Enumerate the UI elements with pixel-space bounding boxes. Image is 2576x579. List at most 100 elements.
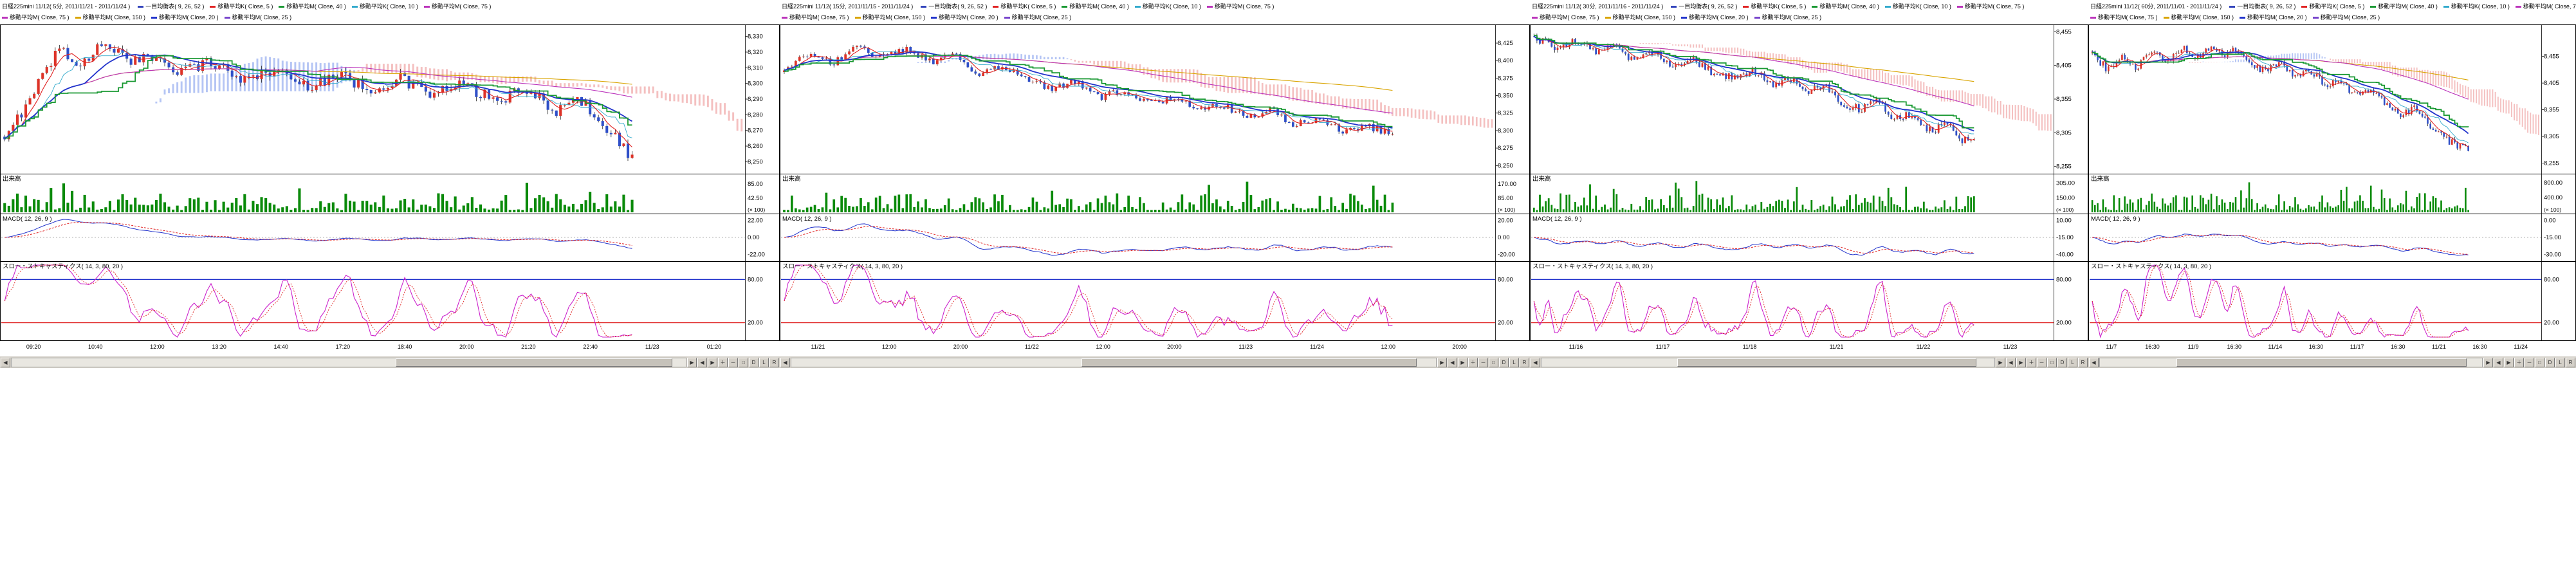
chart-tool-button-0[interactable]: ◀ bbox=[1448, 358, 1457, 367]
legend-label: 移動平均K( Close, 10 ) bbox=[1143, 3, 1201, 10]
chart-tool-button-2[interactable]: ＋ bbox=[2514, 358, 2524, 367]
time-axis-label: 11/9 bbox=[2188, 344, 2199, 350]
legend-color-chip bbox=[279, 6, 284, 8]
time-axis-label: 17:20 bbox=[336, 344, 351, 350]
legend-label: 移動平均K( Close, 10 ) bbox=[2451, 3, 2510, 10]
time-axis-label: 20:00 bbox=[459, 344, 474, 350]
chart-tool-button-3[interactable]: － bbox=[1478, 358, 1488, 367]
time-axis-label: 12:00 bbox=[1381, 344, 1396, 350]
time-axis-label: 11/22 bbox=[1917, 344, 1931, 350]
scroll-right-button[interactable]: ▶ bbox=[1437, 358, 1447, 367]
legend-color-chip bbox=[1754, 17, 1760, 19]
chart-tool-button-3[interactable]: － bbox=[2525, 358, 2534, 367]
chart-tool-button-1[interactable]: ▶ bbox=[2016, 358, 2026, 367]
horizontal-scrollbar[interactable]: ◀▶◀▶＋－□DLR bbox=[1530, 356, 2088, 368]
volume-axis-label: 42.50 bbox=[748, 195, 763, 202]
stoch-axis-label: 80.00 bbox=[1498, 276, 1513, 283]
price-axis-label: 8,305 bbox=[2056, 129, 2072, 136]
chart-tool-button-7[interactable]: R bbox=[2566, 358, 2575, 367]
legend-label: 移動平均M( Close, 25 ) bbox=[1762, 14, 1822, 21]
time-axis-label: 11/7 bbox=[2106, 344, 2117, 350]
chart-tool-button-6[interactable]: L bbox=[759, 358, 769, 367]
chart-tool-button-5[interactable]: D bbox=[749, 358, 759, 367]
legend-color-chip bbox=[993, 6, 998, 8]
chart-tool-button-1[interactable]: ▶ bbox=[708, 358, 717, 367]
horizontal-scrollbar[interactable]: ◀▶◀▶＋－□DLR bbox=[2088, 356, 2576, 368]
time-axis-label: 11/22 bbox=[1025, 344, 1039, 350]
chart-tool-button-7[interactable]: R bbox=[769, 358, 779, 367]
time-axis-label: 11/24 bbox=[1310, 344, 1324, 350]
chart-tool-button-7[interactable]: R bbox=[2078, 358, 2088, 367]
chart-tool-button-4[interactable]: □ bbox=[2535, 358, 2544, 367]
scroll-left-button[interactable]: ◀ bbox=[1, 358, 10, 367]
legend-label: 移動平均M( Close, 40 ) bbox=[2378, 3, 2438, 10]
chart-tool-button-7[interactable]: R bbox=[1520, 358, 1529, 367]
stochastics-lines bbox=[781, 265, 1495, 337]
legend-color-chip bbox=[2164, 17, 2169, 19]
scroll-right-button[interactable]: ▶ bbox=[687, 358, 697, 367]
scroll-left-button[interactable]: ◀ bbox=[1531, 358, 1540, 367]
scrollbar-thumb[interactable] bbox=[1081, 358, 1417, 367]
chart-tool-button-5[interactable]: D bbox=[2057, 358, 2067, 367]
indicator-legend-item: 移動平均M( Close, 75 ) bbox=[2, 14, 69, 21]
chart-tool-button-4[interactable]: □ bbox=[739, 358, 748, 367]
scroll-left-button[interactable]: ◀ bbox=[780, 358, 790, 367]
indicator-legend-item: 一目均衡表( 9, 26, 52 ) bbox=[2229, 3, 2295, 10]
chart-tool-button-0[interactable]: ◀ bbox=[697, 358, 707, 367]
volume-unit-label: (× 100) bbox=[1498, 207, 1515, 213]
chart-tool-button-2[interactable]: ＋ bbox=[2027, 358, 2036, 367]
indicator-legend-item: 移動平均M( Close, 75 ) bbox=[2090, 14, 2158, 21]
scrollbar-track[interactable] bbox=[1541, 358, 1995, 367]
scrollbar-thumb[interactable] bbox=[2176, 358, 2467, 367]
chart-tool-button-6[interactable]: L bbox=[1509, 358, 1519, 367]
indicator-legend-item: 移動平均M( Close, 20 ) bbox=[1681, 14, 1749, 21]
indicator-legend-item: 移動平均K( Close, 5 ) bbox=[210, 3, 273, 10]
horizontal-scrollbar[interactable]: ◀▶◀▶＋－□DLR bbox=[0, 356, 780, 368]
scrollbar-thumb[interactable] bbox=[1677, 358, 1976, 367]
legend-label: 一目均衡表( 9, 26, 52 ) bbox=[1679, 3, 1737, 10]
chart-tool-button-2[interactable]: ＋ bbox=[1468, 358, 1478, 367]
indicator-legend-item: 移動平均M( Close, 25 ) bbox=[2313, 14, 2380, 21]
chart-tool-button-0[interactable]: ◀ bbox=[2006, 358, 2016, 367]
legend-color-chip bbox=[2229, 6, 2235, 8]
horizontal-scrollbar[interactable]: ◀▶◀▶＋－□DLR bbox=[780, 356, 1530, 368]
legend-color-chip bbox=[782, 17, 787, 19]
scroll-left-button[interactable]: ◀ bbox=[2089, 358, 2099, 367]
chart-tool-button-5[interactable]: D bbox=[2545, 358, 2555, 367]
time-axis-label: 11/14 bbox=[2268, 344, 2282, 350]
time-axis-label: 21:20 bbox=[521, 344, 536, 350]
macd-axis-label: -20.00 bbox=[1498, 252, 1515, 259]
chart-tool-button-1[interactable]: ▶ bbox=[1458, 358, 1467, 367]
scrollbar-track[interactable] bbox=[2099, 358, 2483, 367]
volume-section-label: 出来高 bbox=[3, 175, 21, 183]
time-axis-label: 11/16 bbox=[1569, 344, 1583, 350]
stoch-section-label: スロー・ストキャスティクス( 14, 3, 80, 20 ) bbox=[782, 263, 903, 270]
chart-tool-button-3[interactable]: － bbox=[728, 358, 738, 367]
price-axis-label: 8,405 bbox=[2544, 80, 2559, 87]
chart-tool-button-4[interactable]: □ bbox=[1489, 358, 1498, 367]
chart-tool-button-6[interactable]: L bbox=[2068, 358, 2077, 367]
chart-tool-button-3[interactable]: － bbox=[2037, 358, 2047, 367]
chart-tool-button-2[interactable]: ＋ bbox=[718, 358, 728, 367]
chart-tool-button-1[interactable]: ▶ bbox=[2504, 358, 2514, 367]
legend-color-chip bbox=[352, 6, 358, 8]
scrollbar-track[interactable] bbox=[11, 358, 686, 367]
chart-tool-button-6[interactable]: L bbox=[2555, 358, 2565, 367]
indicator-legend-line2: 移動平均M( Close, 75 )移動平均M( Close, 150 )移動平… bbox=[780, 12, 1530, 23]
time-axis-label: 12:00 bbox=[1096, 344, 1110, 350]
time-axis-label: 16:30 bbox=[2472, 344, 2487, 350]
chart-tool-button-5[interactable]: D bbox=[1499, 358, 1509, 367]
chart-tool-button-4[interactable]: □ bbox=[2047, 358, 2057, 367]
indicator-legend-item: 移動平均K( Close, 10 ) bbox=[2443, 3, 2510, 10]
stochastics-lines bbox=[1, 265, 745, 337]
scroll-right-button[interactable]: ▶ bbox=[1996, 358, 2005, 367]
scrollbar-thumb[interactable] bbox=[396, 358, 672, 367]
time-axis-label: 22:40 bbox=[583, 344, 598, 350]
indicator-legend-item: 移動平均K( Close, 5 ) bbox=[993, 3, 1056, 10]
scroll-right-button[interactable]: ▶ bbox=[2483, 358, 2493, 367]
legend-color-chip bbox=[1062, 6, 1067, 8]
panel-header: 日経225mini 11/12( 15分, 2011/11/15 - 2011/… bbox=[780, 1, 1530, 24]
chart-tool-button-0[interactable]: ◀ bbox=[2494, 358, 2503, 367]
scrollbar-track[interactable] bbox=[791, 358, 1437, 367]
indicator-legend-item: 移動平均M( Close, 40 ) bbox=[279, 3, 346, 10]
